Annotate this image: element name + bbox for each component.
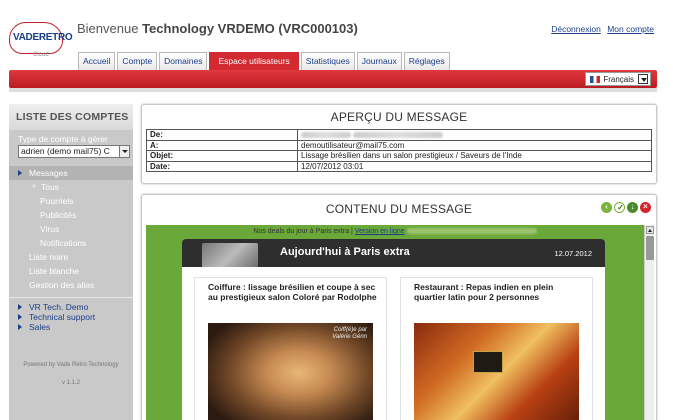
top-links: Déconnexion Mon compte xyxy=(547,24,654,34)
email-banner-title: Aujourd'hui à Paris extra xyxy=(280,246,410,258)
header-value-subject: Lissage brésilien dans un salon prestigi… xyxy=(297,150,652,162)
message-actions: ‹ ✓ ↓ × xyxy=(599,202,651,213)
tab-accueil[interactable]: Accueil xyxy=(78,52,116,70)
sidebar: LISTE DES COMPTES Type de compte à gérer… xyxy=(9,104,133,420)
restaurant-sign-image xyxy=(473,351,503,373)
french-flag-icon xyxy=(590,75,601,83)
sidebar-item-tous[interactable]: » Tous xyxy=(9,180,133,194)
sidebar-item-liste-blanche[interactable]: Liste blanche xyxy=(9,264,133,278)
dropdown-arrow-icon xyxy=(638,74,648,84)
toolbar-shadow xyxy=(9,88,657,92)
message-headers-table: De: A: demoutilisateur@mail75.com Objet:… xyxy=(146,129,652,172)
redacted-text xyxy=(406,228,537,235)
header-value-date: 12/07/2012 03:01 xyxy=(297,160,652,172)
message-preview-panel: APERÇU DU MESSAGE De: A: demoutilisateur… xyxy=(141,104,657,184)
chevron-down-icon xyxy=(119,146,129,157)
triangle-right-icon xyxy=(18,304,22,310)
redacted-text xyxy=(353,132,444,139)
double-chevron-icon: » xyxy=(32,183,36,190)
sidebar-item-virus[interactable]: Virus xyxy=(9,222,133,236)
tab-compte[interactable]: Compte xyxy=(117,52,158,70)
preview-title: APERÇU DU MESSAGE xyxy=(330,110,468,124)
header-key: Date: xyxy=(146,160,298,172)
sidebar-divider xyxy=(9,297,133,298)
tab-statistiques[interactable]: Statistiques xyxy=(300,52,355,70)
logo-subtext: Cloud xyxy=(33,52,49,58)
tab-journaux[interactable]: Journaux xyxy=(356,52,402,70)
email-body-view[interactable]: Nos deals du jour à Paris extra | Versio… xyxy=(146,225,644,420)
deal-card[interactable]: Restaurant : Repas indien en plein quart… xyxy=(400,277,593,420)
header-value-to: demoutilisateur@mail75.com xyxy=(297,139,652,151)
sidebar-item-notifications[interactable]: Notifications xyxy=(9,236,133,250)
header-key: De: xyxy=(146,129,298,141)
link-vr-tech-demo[interactable]: VR Tech. Demo xyxy=(9,302,133,312)
version-label: v 1.1.2 xyxy=(61,380,80,386)
language-select[interactable]: Français xyxy=(585,72,651,86)
sidebar-menu: Messages » Tous Pourriels Publicités Viru… xyxy=(9,166,133,292)
image-caption: Coiff(é)e par Valérie Génn xyxy=(332,327,367,340)
deal-title: Coiffure : lissage brésilien et coupe à … xyxy=(208,282,377,302)
scroll-up-icon[interactable] xyxy=(646,226,654,234)
sidebar-item-messages[interactable]: Messages xyxy=(9,166,133,180)
tab-domaines[interactable]: Domaines xyxy=(159,52,208,70)
content-title: CONTENU DU MESSAGE xyxy=(325,202,473,216)
approve-icon[interactable]: ✓ xyxy=(614,202,625,213)
download-icon[interactable]: ↓ xyxy=(627,202,638,213)
deal-title: Restaurant : Repas indien en plein quart… xyxy=(414,282,554,302)
sidebar-item-pourriels[interactable]: Pourriels xyxy=(9,194,133,208)
tab-reglages[interactable]: Réglages xyxy=(403,52,450,70)
header-key: Objet: xyxy=(146,150,298,162)
deal-card[interactable]: Coiffure : lissage brésilien et coupe à … xyxy=(194,277,387,420)
logo-text: VADERETRO xyxy=(13,32,73,43)
table-row: De: xyxy=(146,129,652,141)
table-row: A: demoutilisateur@mail75.com xyxy=(146,139,652,151)
redacted-text xyxy=(301,132,351,139)
account-type-select[interactable]: adrien (demo mail75) C xyxy=(18,145,130,158)
back-icon[interactable]: ‹ xyxy=(601,202,612,213)
header: VADERETRO Cloud Bienvenue Technology VRD… xyxy=(0,0,673,72)
table-row: Date: 12/07/2012 03:01 xyxy=(146,160,652,172)
vaderetro-logo[interactable]: VADERETRO Cloud xyxy=(9,22,73,62)
triangle-right-icon xyxy=(18,314,22,320)
account-type-value: adrien (demo mail75) C xyxy=(21,146,110,156)
scroll-thumb[interactable] xyxy=(646,236,654,260)
header-value-from xyxy=(297,129,652,141)
deal-image-restaurant xyxy=(414,323,579,420)
sidebar-title: LISTE DES COMPTES xyxy=(9,104,133,130)
online-version-link[interactable]: Version en ligne xyxy=(355,228,405,235)
triangle-right-icon xyxy=(18,170,22,176)
email-banner-date: 12.07.2012 xyxy=(554,249,592,258)
delete-icon[interactable]: × xyxy=(640,202,651,213)
triangle-right-icon xyxy=(18,324,22,330)
logout-link[interactable]: Déconnexion xyxy=(551,24,601,34)
main-tabs: Accueil Compte Domaines Espace utilisate… xyxy=(78,52,452,70)
tab-espace-utilisateurs[interactable]: Espace utilisateurs xyxy=(209,52,299,70)
link-technical-support[interactable]: Technical support xyxy=(9,312,133,322)
account-link[interactable]: Mon compte xyxy=(607,24,654,34)
email-scrollbar[interactable] xyxy=(644,225,654,420)
header-key: A: xyxy=(146,139,298,151)
email-deals: Coiffure : lissage brésilien et coupe à … xyxy=(182,267,605,420)
welcome-title: Bienvenue Technology VRDEMO (VRC000103) xyxy=(77,21,358,36)
language-label: Français xyxy=(603,74,634,84)
email-banner: Aujourd'hui à Paris extra 12.07.2012 xyxy=(182,239,605,271)
table-row: Objet: Lissage brésilien dans un salon p… xyxy=(146,150,652,162)
email-top-line: Nos deals du jour à Paris extra | Versio… xyxy=(146,228,644,235)
link-sales[interactable]: Sales xyxy=(9,322,133,332)
message-content-panel: CONTENU DU MESSAGE ‹ ✓ ↓ × Nos deals du … xyxy=(141,194,657,420)
deal-image-hair: Coiff(é)e par Valérie Génn xyxy=(208,323,373,420)
powered-by: Powered by Vade Retro Technology xyxy=(23,362,119,368)
sidebar-links: VR Tech. Demo Technical support Sales xyxy=(9,302,133,332)
sidebar-item-liste-noire[interactable]: Liste noire xyxy=(9,250,133,264)
account-type-label: Type de compte à gérer xyxy=(18,134,108,144)
sidebar-item-gestion-alias[interactable]: Gestion des alias xyxy=(9,278,133,292)
sidebar-item-publicites[interactable]: Publicités xyxy=(9,208,133,222)
red-toolbar xyxy=(9,70,657,88)
